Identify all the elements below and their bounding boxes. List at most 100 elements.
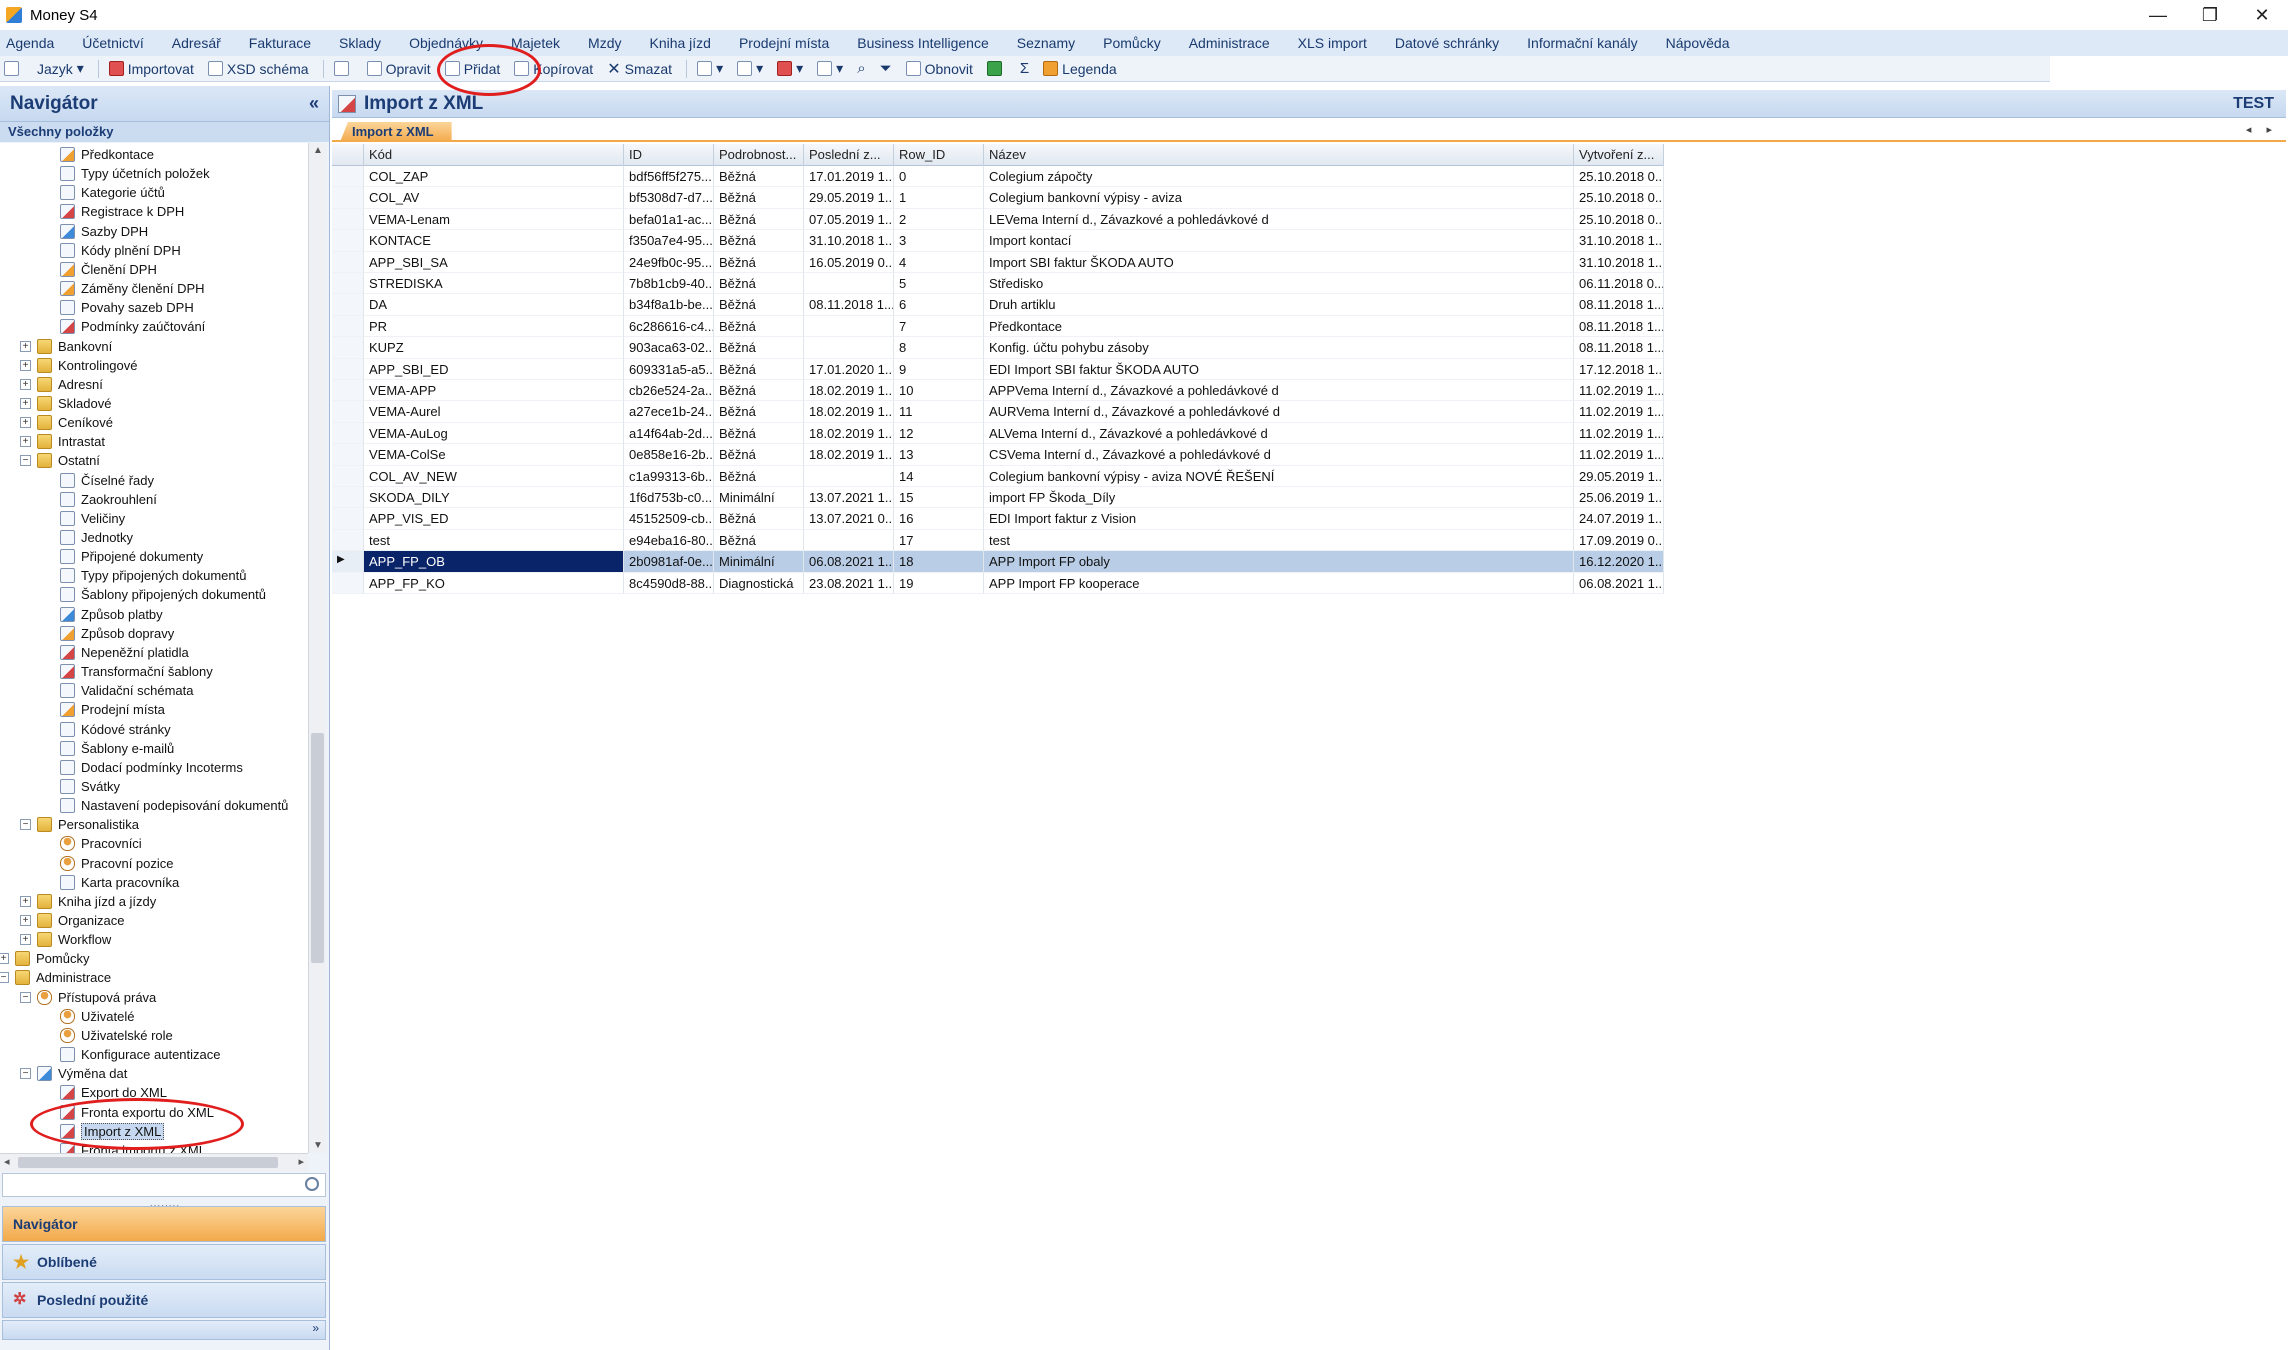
cell-vytvoreni[interactable]: 25.10.2018 0... — [1574, 166, 1664, 188]
menu-item-2[interactable]: Adresář — [172, 35, 221, 51]
column-header[interactable]: Název — [984, 144, 1574, 166]
cell-podrobnost[interactable]: Běžná — [714, 208, 804, 231]
save-button[interactable] — [333, 61, 353, 76]
cell-nazev[interactable]: ALVema Interní d., Závazkové a pohledávk… — [984, 422, 1574, 445]
cell-vytvoreni[interactable]: 17.09.2019 0... — [1574, 529, 1664, 552]
cell-vytvoreni[interactable]: 16.12.2020 1... — [1574, 551, 1664, 573]
cell-row-id[interactable]: 9 — [894, 358, 984, 380]
cell-kod[interactable]: VEMA-Aurel — [364, 401, 624, 423]
cell-podrobnost[interactable]: Běžná — [714, 358, 804, 380]
import-button[interactable]: Importovat — [108, 61, 194, 77]
cell-row-id[interactable]: 10 — [894, 380, 984, 402]
expand-icon[interactable]: + — [20, 915, 31, 926]
tree-item[interactable]: + Pomůcky — [0, 949, 89, 968]
table-row[interactable]: STREDISKA 7b8b1cb9-40... Běžná 5 Středisko 06… — [332, 273, 1664, 295]
table-row[interactable]: VEMA-Lenam befa01a1-ac... Běžná 07.05.2019 … — [332, 208, 1664, 231]
print-button[interactable]: ▾ — [697, 60, 723, 77]
cell-nazev[interactable]: Colegium bankovní výpisy - aviza NOVÉ ŘE… — [984, 465, 1574, 487]
legend-button[interactable]: Legenda — [1043, 61, 1117, 77]
cell-vytvoreni[interactable]: 06.11.2018 0... — [1574, 273, 1664, 295]
cell-nazev[interactable]: Předkontace — [984, 315, 1574, 338]
cell-posledni[interactable]: 18.02.2019 1... — [804, 444, 894, 466]
cell-nazev[interactable]: Colegium zápočty — [984, 166, 1574, 188]
cell-id[interactable]: a14f64ab-2d... — [624, 422, 714, 445]
refresh-button[interactable]: Obnovit — [905, 61, 973, 77]
tree-item[interactable]: Uživatelské role — [60, 1026, 173, 1045]
tree-item[interactable]: Pracovní pozice — [60, 854, 174, 873]
menu-item-8[interactable]: Kniha jízd — [649, 35, 710, 51]
table-row[interactable]: ▶ APP_FP_OB 2b0981af-0e... Minimální 06.08.2… — [332, 551, 1664, 573]
menu-item-16[interactable]: Informační kanály — [1527, 35, 1638, 51]
cell-posledni[interactable]: 06.08.2021 1... — [804, 551, 894, 573]
cell-row-id[interactable]: 4 — [894, 251, 984, 273]
tab-scroll-arrows[interactable]: ◂ ▸ — [2246, 123, 2278, 136]
cell-row-id[interactable]: 5 — [894, 273, 984, 295]
menu-item-1[interactable]: Účetnictví — [82, 35, 143, 51]
cell-id[interactable]: f350a7e4-95... — [624, 230, 714, 252]
panel-toggle-button[interactable] — [4, 61, 23, 76]
tree-item[interactable]: Registrace k DPH — [60, 202, 184, 221]
menu-item-9[interactable]: Prodejní místa — [739, 35, 829, 51]
cell-vytvoreni[interactable]: 08.11.2018 1... — [1574, 315, 1664, 338]
table-row[interactable]: KUPZ 903aca63-02... Běžná 8 Konfig. účtu poh… — [332, 337, 1664, 359]
tree-item[interactable]: Validační schémata — [60, 681, 194, 700]
row-indicator[interactable] — [332, 166, 364, 188]
cell-podrobnost[interactable]: Běžná — [714, 422, 804, 445]
cell-posledni[interactable]: 18.02.2019 1... — [804, 422, 894, 445]
cell-row-id[interactable]: 18 — [894, 551, 984, 573]
cell-nazev[interactable]: CSVema Interní d., Závazkové a pohledávk… — [984, 444, 1574, 466]
expand-icon[interactable]: + — [20, 340, 31, 352]
tree-item[interactable]: + Adresní — [20, 375, 103, 394]
cell-podrobnost[interactable]: Minimální — [714, 487, 804, 509]
table-row[interactable]: COL_AV bf5308d7-d7... Běžná 29.05.2019 1...… — [332, 187, 1664, 209]
cell-id[interactable]: a27ece1b-24... — [624, 401, 714, 423]
cell-row-id[interactable]: 8 — [894, 337, 984, 359]
cell-nazev[interactable]: import FP Škoda_Díly — [984, 487, 1574, 509]
cell-posledni[interactable] — [804, 529, 894, 552]
cell-podrobnost[interactable]: Běžná — [714, 294, 804, 316]
tree-item[interactable]: Typy připojených dokumentů — [60, 566, 246, 585]
cell-kod[interactable]: VEMA-AuLog — [364, 422, 624, 445]
tree-item[interactable]: + Kniha jízd a jízdy — [20, 892, 156, 911]
cell-vytvoreni[interactable]: 25.10.2018 0... — [1574, 187, 1664, 209]
cell-podrobnost[interactable]: Běžná — [714, 444, 804, 466]
tab-recent[interactable]: ✲ Poslední použité — [2, 1282, 326, 1318]
scroll-down-icon[interactable]: ▼ — [313, 1140, 323, 1151]
cell-nazev[interactable]: Druh artiklu — [984, 294, 1574, 316]
close-button[interactable]: ✕ — [2236, 0, 2288, 30]
cell-kod[interactable]: VEMA-APP — [364, 380, 624, 402]
table-row[interactable]: APP_SBI_SA 24e9fb0c-95... Běžná 16.05.2019 … — [332, 251, 1664, 273]
tree-item[interactable]: + Workflow — [20, 930, 111, 949]
cell-kod[interactable]: PR — [364, 315, 624, 338]
table-row[interactable]: VEMA-Aurel a27ece1b-24... Běžná 18.02.2019 … — [332, 401, 1664, 423]
collapse-icon[interactable]: − — [20, 455, 31, 467]
edit-button[interactable]: Opravit — [366, 61, 431, 77]
tree-item[interactable]: Členění DPH — [60, 260, 157, 279]
cell-id[interactable]: befa01a1-ac... — [624, 208, 714, 231]
menu-item-0[interactable]: Agenda — [6, 35, 54, 51]
cell-vytvoreni[interactable]: 08.11.2018 1... — [1574, 294, 1664, 316]
tree-item[interactable]: Kódy plnění DPH — [60, 241, 181, 260]
tree-item[interactable]: Šablony připojených dokumentů — [60, 585, 266, 604]
cell-vytvoreni[interactable]: 11.02.2019 1... — [1574, 401, 1664, 423]
row-indicator[interactable]: ▶ — [332, 551, 364, 573]
cell-podrobnost[interactable]: Diagnostická — [714, 572, 804, 594]
menu-item-13[interactable]: Administrace — [1189, 35, 1270, 51]
tree-item[interactable]: − Ostatní — [20, 451, 100, 470]
row-indicator[interactable] — [332, 444, 364, 466]
table-row[interactable]: SKODA_DILY 1f6d753b-c0... Minimální 13.07.2… — [332, 487, 1664, 509]
row-indicator[interactable] — [332, 487, 364, 509]
cell-posledni[interactable]: 18.02.2019 1... — [804, 401, 894, 423]
menu-item-7[interactable]: Mzdy — [588, 35, 621, 51]
columns-button[interactable]: ▾ — [817, 60, 843, 77]
cell-nazev[interactable]: APPVema Interní d., Závazkové a pohledáv… — [984, 380, 1574, 402]
cell-posledni[interactable]: 31.10.2018 1... — [804, 230, 894, 252]
cell-posledni[interactable]: 13.07.2021 1... — [804, 487, 894, 509]
column-header[interactable]: Podrobnost... — [714, 144, 804, 166]
cell-row-id[interactable]: 11 — [894, 401, 984, 423]
tree-item[interactable]: Svátky — [60, 777, 120, 796]
cell-vytvoreni[interactable]: 31.10.2018 1... — [1574, 230, 1664, 252]
cell-nazev[interactable]: test — [984, 529, 1574, 552]
collapse-icon[interactable]: − — [0, 972, 9, 984]
table-row[interactable]: APP_VIS_ED 45152509-cb... Běžná 13.07.2021 … — [332, 508, 1664, 530]
